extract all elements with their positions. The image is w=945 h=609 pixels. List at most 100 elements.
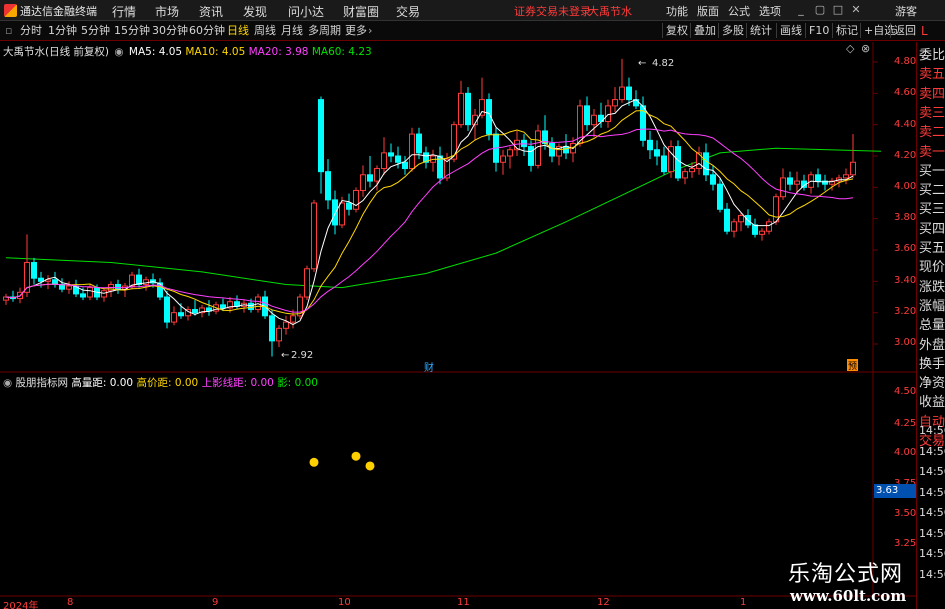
candle-body bbox=[38, 277, 44, 282]
side-label-4: 卖二 bbox=[919, 125, 945, 141]
candle bbox=[766, 218, 772, 235]
candlesticks bbox=[3, 58, 856, 357]
candle-body bbox=[815, 174, 821, 182]
side-time-2: 14:56 bbox=[919, 465, 945, 478]
candle-body bbox=[367, 174, 373, 182]
candle-body bbox=[675, 146, 681, 179]
date-tick: 2024年 bbox=[3, 601, 39, 609]
high-price-label: 4.82 bbox=[652, 58, 675, 69]
candle-body bbox=[689, 168, 695, 173]
candle-body bbox=[290, 315, 296, 323]
candle-body bbox=[66, 285, 72, 290]
candle bbox=[234, 295, 240, 310]
candle bbox=[843, 168, 849, 185]
candle-body bbox=[276, 327, 282, 342]
candle bbox=[591, 109, 597, 138]
indicator-dots bbox=[309, 451, 375, 471]
side-label-5: 卖一 bbox=[919, 144, 945, 160]
side-label-6: 买一 bbox=[919, 163, 945, 179]
indicator-y-tick: 4.50 bbox=[894, 386, 917, 397]
candle-body bbox=[164, 296, 170, 323]
candle-body bbox=[507, 149, 513, 157]
indicator-y-tick: 3.25 bbox=[894, 538, 917, 549]
candle bbox=[472, 109, 478, 141]
candle-body bbox=[283, 321, 289, 329]
candle bbox=[584, 96, 590, 131]
candle bbox=[458, 80, 464, 128]
forecast-marker[interactable]: 预 bbox=[847, 359, 858, 372]
candle-body bbox=[416, 133, 422, 154]
date-tick: 9 bbox=[212, 597, 219, 608]
candle bbox=[661, 146, 667, 175]
candle-body bbox=[682, 171, 688, 179]
side-label-7: 买二 bbox=[919, 183, 945, 199]
side-label-18: 收益 bbox=[919, 395, 945, 411]
y-tick: 3.20 bbox=[894, 306, 917, 317]
candle-body bbox=[325, 171, 331, 201]
candle-body bbox=[87, 287, 93, 298]
side-label-8: 买三 bbox=[919, 202, 945, 218]
side-time-0: 14:56 bbox=[919, 424, 945, 437]
candle bbox=[143, 276, 149, 291]
candle-body bbox=[724, 208, 730, 232]
candle-body bbox=[731, 221, 737, 232]
candle-body bbox=[717, 183, 723, 210]
side-time-5: 14:56 bbox=[919, 526, 945, 540]
candle bbox=[353, 187, 359, 213]
candle bbox=[654, 140, 660, 166]
candle bbox=[402, 156, 408, 175]
side-time-7: 14:56 bbox=[919, 567, 945, 581]
candle bbox=[346, 193, 352, 216]
candle bbox=[199, 304, 205, 318]
side-time-1: 14:56 bbox=[919, 444, 945, 458]
side-time-6: 14:56 bbox=[919, 547, 945, 560]
side-label-11: 现价 bbox=[919, 260, 945, 276]
candle bbox=[682, 168, 688, 185]
candle-body bbox=[171, 312, 177, 323]
candle-body bbox=[612, 99, 618, 107]
high-marker-arrow-icon: ← bbox=[638, 58, 647, 69]
candle bbox=[647, 130, 653, 160]
candle bbox=[262, 290, 268, 319]
side-time-3: 14:56 bbox=[919, 485, 945, 499]
candle bbox=[787, 171, 793, 191]
y-tick: 3.60 bbox=[894, 243, 917, 254]
side-label-13: 涨幅 bbox=[919, 298, 945, 314]
y-tick-marks bbox=[873, 61, 878, 345]
candle-body bbox=[563, 146, 569, 154]
y-tick: 3.00 bbox=[894, 337, 917, 348]
candle bbox=[605, 99, 611, 128]
indicator-y-tick: 4.00 bbox=[894, 447, 917, 458]
candle bbox=[409, 127, 415, 172]
candle bbox=[850, 134, 856, 178]
candle-body bbox=[318, 99, 324, 173]
candle bbox=[724, 203, 730, 235]
y-tick: 4.60 bbox=[894, 87, 917, 98]
candle bbox=[465, 87, 471, 131]
candle-body bbox=[647, 139, 653, 151]
date-tick: 12 bbox=[597, 597, 610, 608]
candle-body bbox=[346, 202, 352, 210]
candle-body bbox=[353, 189, 359, 210]
candle-body bbox=[787, 177, 793, 185]
candle bbox=[731, 218, 737, 238]
candle-body bbox=[178, 312, 184, 317]
y-tick: 4.80 bbox=[894, 56, 917, 67]
candle-body bbox=[773, 196, 779, 223]
side-time-4: 14:56 bbox=[919, 506, 945, 519]
side-label-12: 涨跌 bbox=[919, 279, 945, 295]
candle bbox=[514, 130, 520, 156]
candle bbox=[171, 306, 177, 326]
candle-body bbox=[605, 105, 611, 123]
finance-marker[interactable]: 财 bbox=[424, 359, 434, 374]
candle-body bbox=[402, 161, 408, 170]
candle bbox=[101, 287, 107, 302]
candle bbox=[717, 177, 723, 213]
candle-body bbox=[101, 290, 107, 298]
kline-chart[interactable] bbox=[0, 0, 945, 609]
candle-body bbox=[850, 161, 856, 176]
candle bbox=[3, 293, 9, 305]
candle bbox=[241, 300, 247, 313]
candle bbox=[738, 212, 744, 232]
candle-body bbox=[31, 262, 37, 279]
